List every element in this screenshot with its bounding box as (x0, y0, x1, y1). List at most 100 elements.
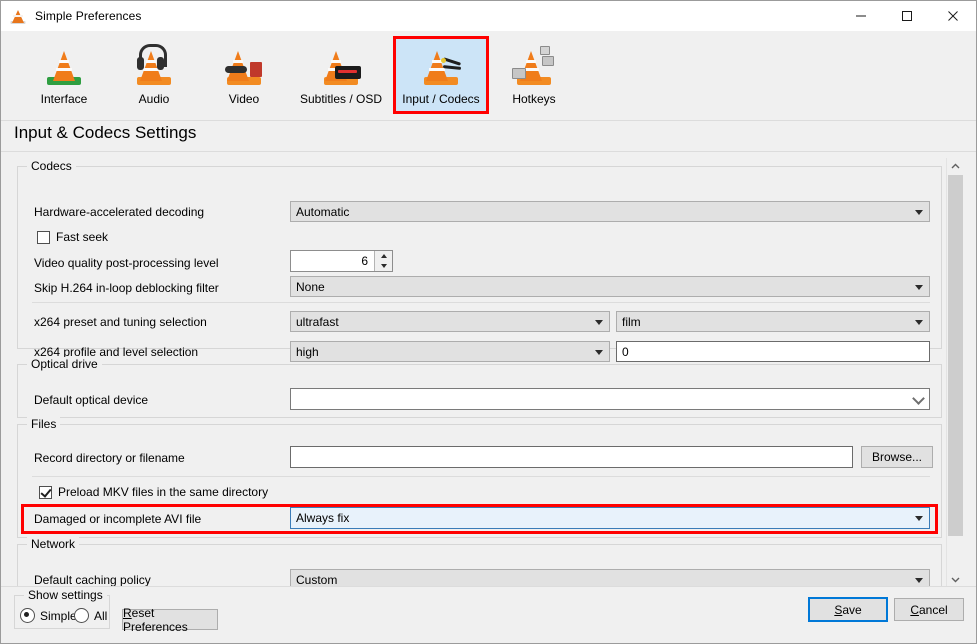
x264-profile-combo[interactable]: high (290, 341, 610, 362)
avi-file-value: Always fix (296, 511, 350, 525)
title-bar: Simple Preferences (1, 1, 976, 31)
caching-policy-value: Custom (296, 572, 338, 587)
x264-preset-label: x264 preset and tuning selection (34, 315, 207, 329)
settings-panel: Codecs Hardware-accelerated decoding Aut… (14, 158, 945, 588)
chevron-down-icon (915, 319, 923, 325)
toolbar-item-subtitles-osd[interactable]: Subtitles / OSD (289, 36, 393, 114)
codecs-divider (32, 302, 930, 303)
cancel-button[interactable]: Cancel (894, 598, 964, 621)
interface-cone-icon (40, 42, 88, 88)
group-codecs-legend: Codecs (27, 159, 76, 173)
record-dir-input[interactable] (290, 446, 853, 468)
audio-cone-icon (130, 42, 178, 88)
toolbar-item-label: Video (228, 92, 260, 106)
chevron-down-icon (915, 516, 923, 521)
show-settings-all-label: All (94, 608, 108, 623)
group-codecs: Codecs Hardware-accelerated decoding Aut… (17, 159, 942, 362)
spinner-down-icon[interactable] (375, 261, 392, 271)
chevron-down-icon (915, 284, 923, 290)
preferences-toolbar: Interface Audio Video Subtitles / OSD In… (1, 31, 976, 121)
reset-preferences-label: Reset Preferences (123, 606, 217, 634)
optical-device-label: Default optical device (34, 393, 149, 407)
x264-level-value: 0 (622, 344, 629, 359)
minimize-icon[interactable] (838, 1, 884, 31)
scrollbar-track[interactable] (947, 175, 964, 571)
toolbar-item-audio[interactable]: Audio (109, 36, 199, 114)
hardware-decoding-combo[interactable]: Automatic (290, 201, 930, 222)
optical-device-combo[interactable] (290, 388, 930, 410)
input-codecs-cone-icon (417, 42, 465, 88)
toolbar-item-input-codecs[interactable]: Input / Codecs (393, 36, 489, 114)
scrollbar-thumb[interactable] (948, 175, 963, 536)
deblocking-value: None (296, 279, 325, 294)
page-title: Input & Codecs Settings (14, 123, 197, 142)
chevron-down-icon (595, 349, 603, 355)
checkbox-box (39, 485, 52, 499)
caching-policy-label: Default caching policy (34, 573, 151, 587)
close-icon[interactable] (930, 1, 976, 31)
x264-preset-combo[interactable]: ultrafast (290, 311, 610, 332)
window-title: Simple Preferences (35, 9, 142, 23)
x264-tuning-value: film (622, 314, 641, 329)
toolbar-item-label: Input / Codecs (402, 92, 480, 106)
reset-preferences-button[interactable]: Reset Preferences (122, 606, 218, 634)
dialog-footer: Show settings Simple All Reset Preferenc… (1, 586, 976, 643)
deblocking-combo[interactable]: None (290, 276, 930, 297)
browse-button[interactable]: Browse... (861, 446, 933, 468)
group-show-settings: Show settings Simple All (14, 588, 110, 629)
post-processing-value: 6 (361, 254, 368, 268)
group-files: Files Record directory or filename Brows… (17, 417, 942, 538)
record-dir-label: Record directory or filename (34, 451, 185, 465)
toolbar-item-label: Hotkeys (512, 92, 556, 106)
x264-preset-value: ultrafast (296, 314, 339, 329)
group-optical-drive: Optical drive Default optical device (17, 357, 942, 418)
show-settings-simple-label: Simple (40, 608, 77, 623)
chevron-down-icon (912, 392, 925, 405)
cancel-mnemonic: C (910, 602, 919, 617)
save-rest: ave (842, 602, 862, 617)
spinner-buttons[interactable] (374, 251, 392, 271)
hardware-decoding-label: Hardware-accelerated decoding (34, 205, 205, 219)
toolbar-item-interface[interactable]: Interface (19, 36, 109, 114)
group-optical-legend: Optical drive (27, 357, 102, 371)
scroll-up-button[interactable] (947, 158, 964, 175)
x264-profile-value: high (296, 344, 319, 359)
toolbar-item-hotkeys[interactable]: Hotkeys (489, 36, 579, 114)
show-settings-all-radio[interactable]: All (74, 608, 107, 623)
save-button[interactable]: Save (808, 597, 888, 622)
hardware-decoding-value: Automatic (296, 204, 350, 219)
toolbar-item-video[interactable]: Video (199, 36, 289, 114)
x264-level-input[interactable]: 0 (616, 341, 930, 362)
cancel-rest: ancel (918, 602, 948, 617)
vertical-scrollbar[interactable] (946, 158, 964, 588)
deblocking-label: Skip H.264 in-loop deblocking filter (34, 281, 219, 295)
files-divider (32, 476, 930, 477)
fast-seek-checkbox[interactable]: Fast seek (37, 230, 108, 244)
radio-dot (74, 608, 89, 623)
vlc-cone-icon (10, 8, 26, 24)
title-divider (1, 151, 976, 152)
browse-label: Browse... (871, 450, 922, 464)
post-processing-label: Video quality post-processing level (34, 256, 219, 270)
cancel-label: Cancel (910, 603, 947, 617)
toolbar-item-label: Interface (40, 92, 88, 106)
preload-mkv-checkbox[interactable]: Preload MKV files in the same directory (39, 485, 268, 499)
reset-rest: eset Preferences (123, 605, 188, 634)
preload-mkv-label: Preload MKV files in the same directory (58, 485, 269, 499)
avi-file-combo[interactable]: Always fix (290, 507, 930, 529)
post-processing-spinner[interactable]: 6 (290, 250, 393, 272)
maximize-icon[interactable] (884, 1, 930, 31)
x264-tuning-combo[interactable]: film (616, 311, 930, 332)
hotkeys-cone-icon (510, 42, 558, 88)
toolbar-item-label: Audio (138, 92, 170, 106)
spinner-up-icon[interactable] (375, 251, 392, 261)
group-files-legend: Files (27, 417, 61, 431)
reset-mnemonic: R (123, 605, 132, 620)
checkbox-box (37, 230, 50, 244)
save-label: Save (834, 603, 861, 617)
chevron-down-icon (915, 209, 923, 215)
show-settings-simple-radio[interactable]: Simple (20, 608, 77, 623)
fast-seek-label: Fast seek (56, 230, 109, 244)
radio-dot (20, 608, 35, 623)
subtitles-cone-icon (317, 42, 365, 88)
